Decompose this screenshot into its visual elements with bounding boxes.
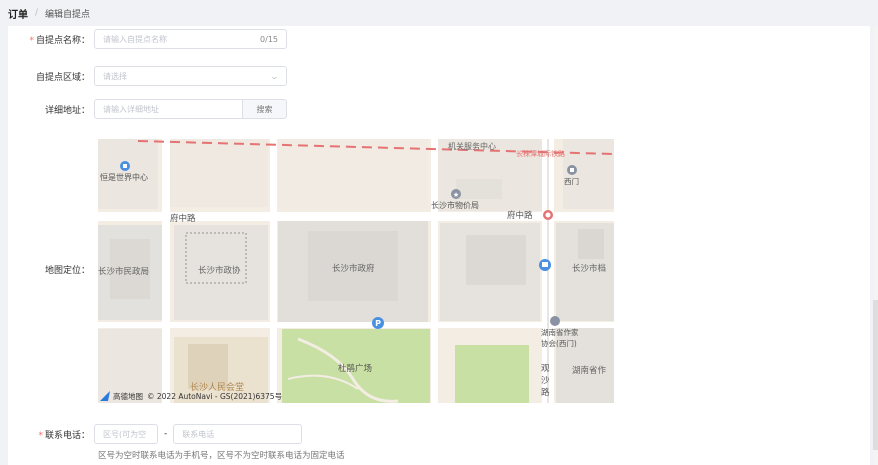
- svg-text:★: ★: [453, 191, 459, 199]
- writers-poi-icon[interactable]: [550, 316, 560, 326]
- label-west-gate: 西门: [564, 177, 579, 186]
- breadcrumb-current: 编辑自提点: [45, 9, 91, 20]
- label-road-fuzhong-left: 府中路: [170, 213, 196, 224]
- label-square: 杜鹃广场: [338, 363, 372, 374]
- map-label: 地图定位：: [44, 266, 90, 276]
- region-row: 自提点区域： 请选择 ⌄: [8, 66, 287, 86]
- label-road-v3: 路: [541, 387, 550, 398]
- road: [431, 139, 438, 403]
- phone-number-input[interactable]: 联系电话: [173, 424, 303, 444]
- label-hunan-prov: 湖南省作: [572, 365, 607, 376]
- parking-icon[interactable]: P: [372, 317, 384, 329]
- name-input[interactable]: 请输入自提点名称 0/15: [94, 29, 287, 49]
- address-placeholder: 请输入详细地址: [103, 104, 159, 114]
- region-select[interactable]: 请选择 ⌄: [94, 66, 287, 86]
- breadcrumb-separator: /: [35, 8, 39, 18]
- building: [578, 229, 604, 259]
- name-placeholder: 请输入自提点名称: [103, 34, 167, 44]
- label-price-bureau: 长沙市物价局: [431, 200, 479, 210]
- map-block: [278, 139, 428, 209]
- map-brand: 高德地图: [113, 391, 143, 401]
- required-mark: *: [38, 430, 43, 441]
- phone-row: * 联系电话： 区号(可为空 - 联系电话: [8, 424, 303, 444]
- label-road-v2: 沙: [541, 376, 550, 386]
- bank-icon[interactable]: [120, 161, 130, 171]
- name-row: * 自提点名称： 请输入自提点名称 0/15: [8, 29, 287, 49]
- search-button[interactable]: 搜索: [243, 99, 287, 119]
- building: [456, 179, 502, 199]
- svg-text:P: P: [375, 319, 381, 328]
- bus-icon[interactable]: [539, 259, 551, 271]
- phone-label: * 联系电话：: [8, 428, 94, 441]
- road: [270, 139, 277, 403]
- breadcrumb-root[interactable]: 订单: [8, 6, 28, 21]
- required-mark: *: [29, 35, 34, 46]
- chevron-down-icon: ⌄: [269, 71, 280, 81]
- map-block: [168, 139, 268, 207]
- map-row: 地图定位：: [8, 263, 94, 276]
- address-label: 详细地址：: [44, 105, 90, 116]
- label-road-fuzhong-right: 府中路: [507, 210, 533, 221]
- phone-hint: 区号为空时联系电话为手机号，区号不为空时联系电话为固定电话: [98, 451, 345, 461]
- label-service-center: 机关服务中心: [448, 141, 496, 151]
- label-writers-2: 协会(西门): [541, 338, 577, 348]
- label-city-gov: 长沙市政府: [332, 263, 375, 274]
- breadcrumb: 订单 / 编辑自提点: [0, 0, 878, 26]
- phone-label-text: 联系电话：: [44, 430, 90, 441]
- road: [162, 139, 170, 403]
- name-counter: 0/15: [260, 34, 278, 44]
- label-civil-affairs: 长沙市民政局: [98, 266, 149, 277]
- label-world-center: 恒是世界中心: [100, 172, 148, 182]
- building: [466, 235, 526, 285]
- label-road-v1: 观: [541, 364, 550, 374]
- name-label-text: 自提点名称：: [35, 35, 90, 46]
- label-writers-1: 湖南省作家: [541, 327, 579, 337]
- road: [98, 322, 614, 328]
- name-label: * 自提点名称：: [8, 33, 94, 46]
- metro-icon[interactable]: [543, 210, 553, 220]
- region-label: 自提点区域：: [35, 72, 90, 83]
- scrollbar-thumb[interactable]: [873, 300, 878, 450]
- label-cppcc: 长沙市政协: [198, 265, 241, 276]
- address-row: 详细地址： 请输入详细地址 搜索: [8, 99, 287, 119]
- area-code-input[interactable]: 区号(可为空: [94, 424, 158, 444]
- address-input[interactable]: 请输入详细地址: [94, 99, 243, 119]
- phone-number-placeholder: 联系电话: [182, 429, 215, 439]
- phone-dash: -: [164, 429, 168, 439]
- government-icon[interactable]: ★: [451, 189, 461, 199]
- label-rail: 长株潭城际铁路: [516, 149, 565, 158]
- gate-icon[interactable]: [567, 165, 577, 175]
- region-placeholder: 请选择: [103, 71, 127, 81]
- area-code-placeholder: 区号(可为空: [103, 429, 147, 439]
- map-copyright: © 2022 AutoNavi - GS(2021)6375号: [147, 392, 282, 401]
- map-park: [455, 345, 529, 403]
- label-archives: 长沙市档: [572, 263, 606, 274]
- map-view[interactable]: 机关服务中心 长株潭城际铁路 恒是世界中心 西门 长沙市物价局 府中路 府中路 …: [98, 139, 614, 403]
